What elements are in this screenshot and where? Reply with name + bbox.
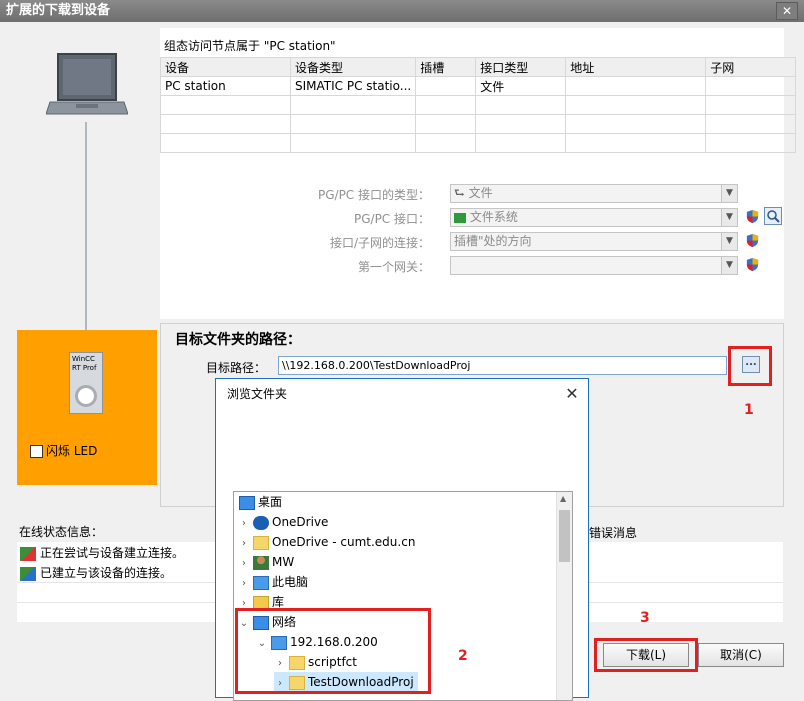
annotation-box-2 [235, 608, 431, 694]
devices-table: 设备 设备类型 插槽 接口类型 地址 子网 PC station SIMATIC… [160, 57, 797, 153]
pgpc-type-select[interactable]: ⮑ 文件 ▼ [450, 184, 738, 203]
shield-icon[interactable] [745, 257, 760, 272]
desktop-icon [239, 495, 255, 510]
table-row[interactable]: PC station SIMATIC PC statio... 文件 [160, 76, 797, 96]
tree-item-onedrive-cumt[interactable]: › OneDrive - cumt.edu.cn [238, 532, 415, 552]
window-title: 扩展的下载到设备 [0, 0, 804, 22]
dialog-close-button[interactable]: ✕ [562, 384, 582, 404]
cloud-icon [253, 515, 269, 530]
col-device-type: 设备类型 [289, 57, 417, 77]
gateway-label: 第一个网关： [357, 260, 430, 274]
gateway-select[interactable]: ▼ [450, 256, 738, 275]
chevron-down-icon: ▼ [721, 257, 737, 274]
plug-icon: ⮑ [454, 186, 465, 200]
flash-led-checkbox[interactable]: 闪烁 LED [30, 442, 97, 459]
tree-scrollbar[interactable]: ▲ [556, 492, 572, 700]
tree-item-this-pc[interactable]: › 此电脑 [238, 572, 308, 592]
computer-icon [253, 575, 269, 590]
annotation-label-2: 2 [458, 648, 468, 664]
scroll-up-icon[interactable]: ▲ [560, 494, 566, 503]
annotation-box-1 [728, 346, 772, 386]
connection-select[interactable]: 插槽"处的方向 ▼ [450, 232, 738, 251]
table-row [160, 114, 797, 134]
folder-icon [253, 535, 269, 550]
chevron-right-icon: › [242, 518, 246, 529]
list-item: 正在尝试与设备建立连接。 [20, 543, 184, 563]
filesystem-icon [454, 212, 466, 223]
dialog-title: 浏览文件夹 [216, 379, 588, 409]
tree-item-onedrive[interactable]: › OneDrive [238, 512, 328, 532]
chevron-down-icon: ▼ [721, 185, 737, 202]
target-folder-title: 目标文件夹的路径： [175, 332, 301, 348]
pgpc-type-label: PG/PC 接口的类型： [317, 188, 430, 202]
properties-button[interactable] [764, 207, 782, 225]
shield-icon[interactable] [745, 233, 760, 248]
checkbox-icon [30, 445, 43, 458]
chevron-right-icon: › [242, 538, 246, 549]
col-interface-type: 接口类型 [475, 57, 567, 77]
user-icon [253, 555, 269, 570]
tree-item-mw[interactable]: › MW [238, 552, 294, 572]
chevron-right-icon: › [242, 558, 246, 569]
chevron-down-icon: ▼ [721, 233, 737, 250]
col-device: 设备 [160, 57, 291, 77]
list-item: 已建立与该设备的连接。 [20, 563, 172, 583]
pgpc-interface-label: PG/PC 接口： [353, 212, 430, 226]
pgpc-interface-select[interactable]: 文件系统 ▼ [450, 208, 738, 227]
connecting-icon [20, 546, 36, 561]
disc-icon [75, 385, 97, 407]
annotation-label-3: 3 [640, 610, 650, 626]
col-address: 地址 [565, 57, 707, 77]
devices-caption: 组态访问节点属于 "PC station" [164, 39, 336, 53]
target-path-input[interactable]: \\192.168.0.200\TestDownloadProj [278, 356, 727, 375]
annotation-box-3 [594, 638, 698, 672]
scroll-thumb[interactable] [559, 510, 570, 562]
table-row [160, 95, 797, 115]
magnifier-icon [767, 210, 780, 223]
table-row [160, 133, 797, 153]
cancel-button[interactable]: 取消(C) [698, 643, 784, 667]
wincc-device-icon: WinCC RT Prof [69, 352, 103, 414]
col-slot: 插槽 [415, 57, 477, 77]
laptop-icon [46, 53, 128, 115]
annotation-label-1: 1 [744, 402, 754, 418]
connection-label: 接口/子网的连接： [329, 236, 430, 250]
connection-line [85, 122, 87, 358]
shield-icon[interactable] [745, 209, 760, 224]
target-path-label: 目标路径： [206, 361, 267, 375]
tree-item-desktop[interactable]: 桌面 [236, 492, 282, 512]
chevron-right-icon: › [242, 578, 246, 589]
error-messages-title: 错误消息 [589, 526, 638, 540]
connected-icon [20, 566, 36, 581]
chevron-down-icon: ▼ [721, 209, 737, 226]
col-subnet: 子网 [705, 57, 797, 77]
window-close-button[interactable]: ✕ [776, 2, 798, 20]
status-title: 在线状态信息： [19, 525, 104, 539]
